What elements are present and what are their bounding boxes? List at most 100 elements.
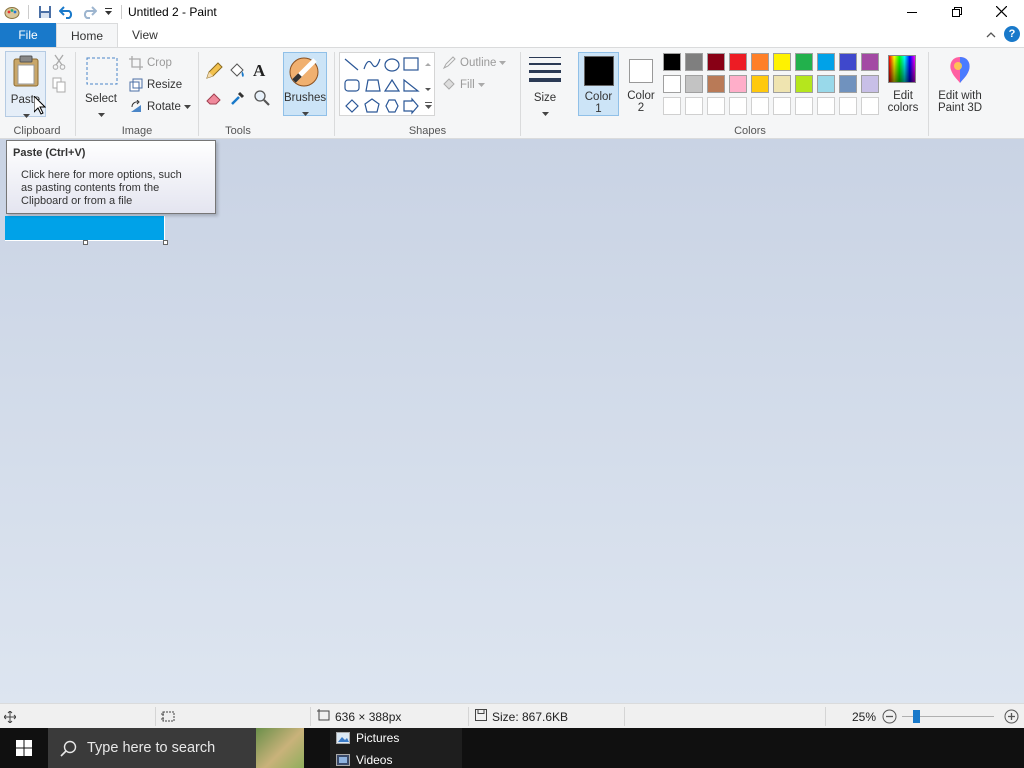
tab-view[interactable]: View: [118, 23, 172, 47]
canvas-resize-handle-corner[interactable]: [163, 240, 168, 245]
palette-swatch[interactable]: [663, 75, 681, 93]
shapes-group: Outline Fill Shapes: [335, 48, 520, 140]
redo-icon[interactable]: [79, 2, 99, 22]
jump-item-videos[interactable]: Videos: [336, 750, 392, 768]
zoom-slider[interactable]: [902, 704, 994, 729]
palette-swatch-custom[interactable]: [751, 97, 769, 115]
shapes-scroll-down-icon[interactable]: [425, 81, 431, 95]
palette-swatch[interactable]: [817, 53, 835, 71]
text-icon[interactable]: A: [253, 61, 265, 81]
save-icon[interactable]: [35, 2, 55, 22]
palette-swatch[interactable]: [861, 53, 879, 71]
crop-button[interactable]: Crop: [128, 52, 191, 74]
canvas-area[interactable]: [0, 139, 1024, 703]
shapes-gallery[interactable]: [339, 52, 435, 116]
canvas-resize-handle-bottom[interactable]: [83, 240, 88, 245]
palette-swatch[interactable]: [861, 75, 879, 93]
search-icon: [60, 740, 77, 757]
file-size: Size: 867.6KB: [475, 704, 568, 729]
palette-swatch[interactable]: [707, 53, 725, 71]
brushes-dropdown-icon[interactable]: [302, 106, 309, 120]
color-palette: [663, 53, 883, 117]
select-dropdown-icon[interactable]: [98, 107, 105, 121]
cut-icon[interactable]: [52, 54, 66, 73]
brushes-label: Brushes: [284, 92, 327, 104]
copy-icon[interactable]: [52, 77, 66, 96]
palette-swatch[interactable]: [685, 53, 703, 71]
status-separator: [825, 707, 826, 726]
palette-swatch-custom[interactable]: [685, 97, 703, 115]
zoom-in-icon[interactable]: [1004, 704, 1019, 729]
minimize-icon[interactable]: [889, 0, 934, 23]
palette-swatch[interactable]: [773, 75, 791, 93]
palette-swatch[interactable]: [663, 53, 681, 71]
palette-swatch-custom[interactable]: [663, 97, 681, 115]
undo-icon[interactable]: [57, 2, 77, 22]
paint3d-icon: [947, 55, 973, 88]
size-dropdown-icon[interactable]: [542, 106, 549, 120]
palette-swatch-custom[interactable]: [707, 97, 725, 115]
color1-button[interactable]: Color 1: [578, 52, 619, 116]
palette-swatch[interactable]: [685, 75, 703, 93]
eraser-icon[interactable]: [205, 89, 223, 110]
palette-swatch[interactable]: [795, 75, 813, 93]
tooltip-body: Click here for more options, such as pas…: [21, 169, 209, 208]
paint-app-icon[interactable]: [2, 2, 22, 22]
size-button[interactable]: Size: [526, 52, 564, 116]
palette-swatch[interactable]: [729, 75, 747, 93]
tab-file[interactable]: File: [0, 23, 56, 47]
taskbar-search-box[interactable]: Type here to search: [48, 728, 304, 768]
color2-button[interactable]: Color 2: [623, 52, 659, 116]
status-separator: [624, 707, 625, 726]
fill-dropdown-icon[interactable]: [477, 79, 485, 91]
palette-swatch[interactable]: [817, 75, 835, 93]
fill-button[interactable]: Fill: [441, 74, 506, 96]
edit-colors-button[interactable]: Edit colors: [882, 52, 924, 116]
palette-swatch[interactable]: [795, 53, 813, 71]
pencil-icon[interactable]: [205, 62, 223, 83]
palette-swatch-custom[interactable]: [795, 97, 813, 115]
collapse-ribbon-icon[interactable]: [986, 27, 996, 41]
palette-swatch-custom[interactable]: [729, 97, 747, 115]
paint3d-label-1: Edit with: [938, 90, 982, 102]
palette-swatch[interactable]: [839, 75, 857, 93]
outline-button[interactable]: Outline: [441, 52, 507, 74]
zoom-out-icon[interactable]: [882, 704, 897, 729]
magnifier-icon[interactable]: [253, 89, 271, 110]
pictures-folder-icon: [336, 732, 350, 744]
windows-start-icon[interactable]: [0, 728, 48, 768]
palette-swatch[interactable]: [707, 75, 725, 93]
tab-home[interactable]: Home: [56, 23, 119, 48]
paste-dropdown-icon[interactable]: [23, 108, 30, 122]
palette-swatch-custom[interactable]: [773, 97, 791, 115]
rotate-button[interactable]: Rotate: [128, 96, 191, 118]
palette-swatch-custom[interactable]: [861, 97, 879, 115]
outline-dropdown-icon[interactable]: [499, 57, 507, 69]
status-separator: [310, 707, 311, 726]
palette-swatch[interactable]: [839, 53, 857, 71]
palette-swatch[interactable]: [751, 53, 769, 71]
jump-item-pictures[interactable]: Pictures: [336, 728, 399, 748]
palette-swatch-custom[interactable]: [839, 97, 857, 115]
edit-with-paint3d-button[interactable]: Edit with Paint 3D: [932, 52, 988, 116]
fill-bucket-icon[interactable]: [228, 62, 246, 83]
zoom-slider-thumb[interactable]: [913, 710, 920, 723]
brushes-button[interactable]: Brushes: [283, 52, 327, 116]
resize-label: Resize: [147, 79, 183, 91]
rotate-dropdown-icon[interactable]: [183, 101, 191, 113]
close-icon[interactable]: [979, 0, 1024, 23]
customize-qat-icon[interactable]: [101, 2, 115, 22]
color-picker-icon[interactable]: [229, 89, 247, 110]
palette-swatch[interactable]: [729, 53, 747, 71]
select-button[interactable]: Select: [82, 51, 120, 117]
help-icon[interactable]: ?: [1004, 26, 1020, 42]
restore-icon[interactable]: [934, 0, 979, 23]
shapes-more-icon[interactable]: [425, 99, 432, 113]
shapes-scroll-up-icon[interactable]: [425, 56, 431, 70]
zoom-level: 25%: [852, 709, 877, 724]
image-size-icon: [317, 709, 330, 724]
resize-button[interactable]: Resize: [128, 74, 191, 96]
palette-swatch[interactable]: [773, 53, 791, 71]
palette-swatch[interactable]: [751, 75, 769, 93]
palette-swatch-custom[interactable]: [817, 97, 835, 115]
